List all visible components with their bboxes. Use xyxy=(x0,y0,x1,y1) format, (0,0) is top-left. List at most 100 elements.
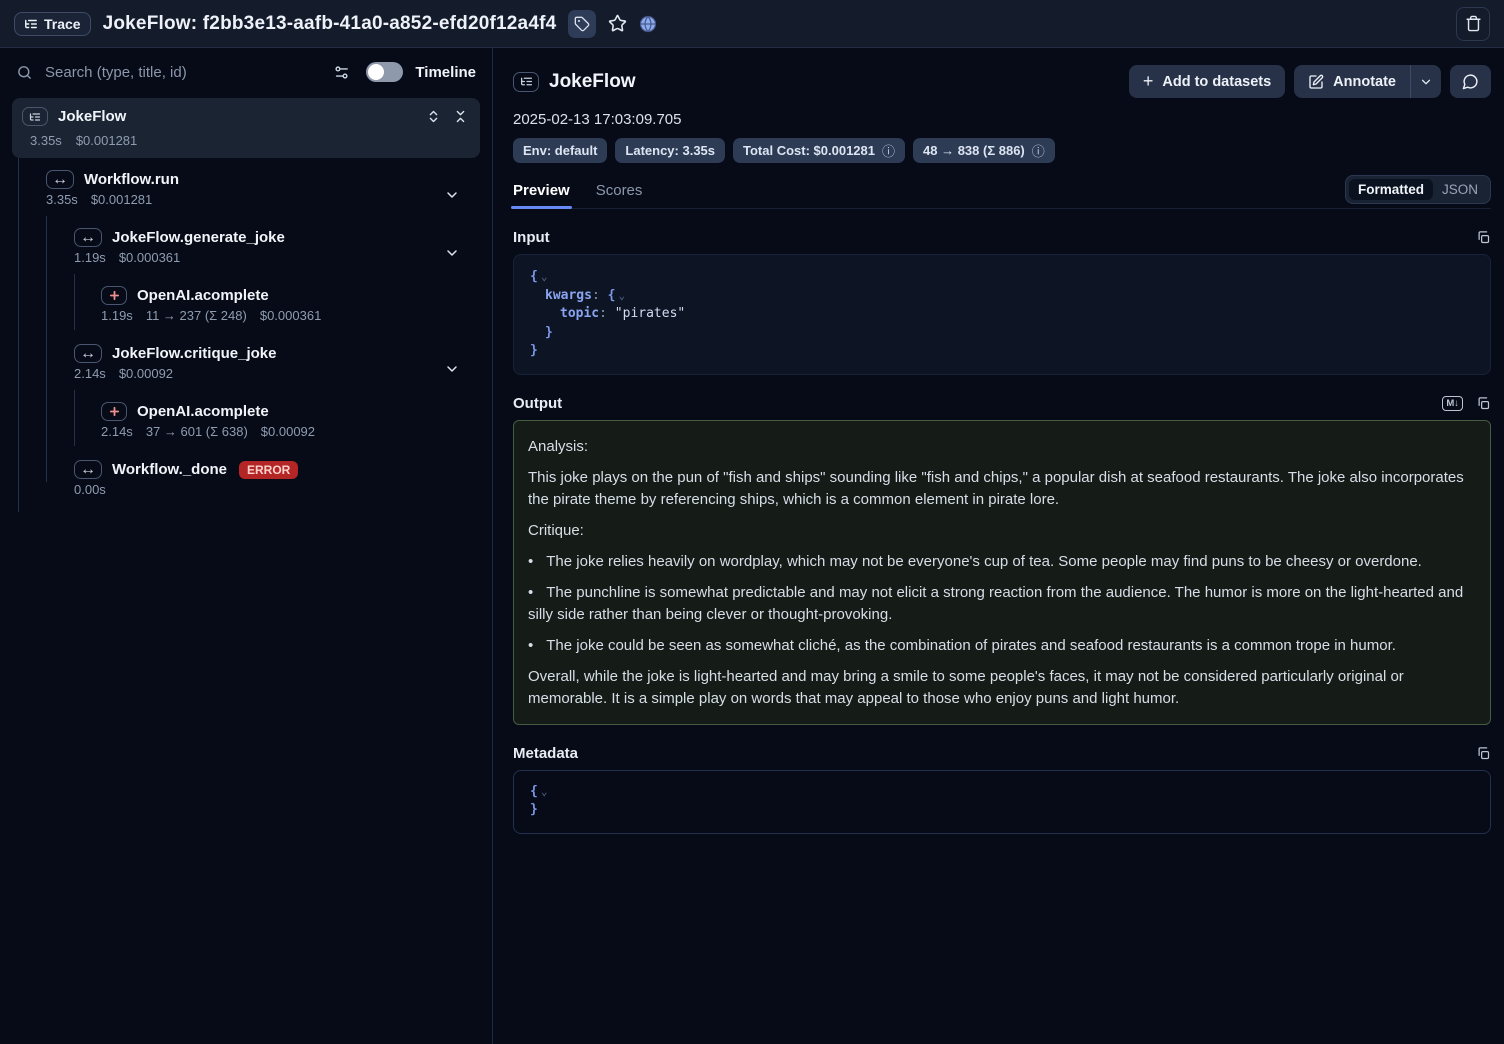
expand-all-icon[interactable] xyxy=(426,109,441,124)
trace-timestamp: 2025-02-13 17:03:09.705 xyxy=(513,111,1491,128)
copy-icon[interactable] xyxy=(1476,746,1491,761)
pen-square-icon xyxy=(1308,74,1324,90)
tab-preview[interactable]: Preview xyxy=(513,182,570,208)
output-markdown-viewer: Analysis: This joke plays on the pun of … xyxy=(513,420,1491,725)
total-cost-badge: Total Cost: $0.001281 ⓘ xyxy=(733,138,905,163)
output-analysis-body: This joke plays on the pun of "fish and … xyxy=(528,467,1476,511)
tree-item-generation[interactable]: OpenAI.acomplete 1.19s 11 → 237 (Σ 248) … xyxy=(0,282,492,340)
comment-bubble-icon xyxy=(1462,73,1479,90)
globe-icon xyxy=(639,15,657,33)
root-duration: 3.35s xyxy=(30,133,62,148)
search-icon xyxy=(16,64,33,81)
span-icon: ↔ xyxy=(74,228,102,247)
top-bar: Trace JokeFlow: f2bb3e13-aafb-41a0-a852-… xyxy=(0,0,1504,48)
span-icon: ↔ xyxy=(46,170,74,189)
trace-tree-sidebar: Timeline JokeFlow 3.35s $0. xyxy=(0,48,493,1044)
timeline-toggle-label: Timeline xyxy=(415,64,476,81)
annotate-button[interactable]: Annotate xyxy=(1294,65,1410,98)
tree-root-title: JokeFlow xyxy=(58,108,126,125)
chevron-down-icon[interactable] xyxy=(444,361,460,377)
trash-icon xyxy=(1465,15,1482,32)
star-button[interactable] xyxy=(608,14,627,33)
tree-item-generate-joke[interactable]: ↔ JokeFlow.generate_joke 1.19s $0.000361 xyxy=(0,224,492,282)
markdown-toggle-icon[interactable]: M↓ xyxy=(1442,396,1463,411)
tree-item-generation[interactable]: OpenAI.acomplete 2.14s 37 → 601 (Σ 638) … xyxy=(0,398,492,456)
star-icon xyxy=(608,14,627,33)
format-option-json[interactable]: JSON xyxy=(1433,179,1487,200)
span-icon: ↔ xyxy=(74,460,102,479)
chevron-down-icon[interactable] xyxy=(444,187,460,203)
output-section-label: Output xyxy=(513,395,562,412)
detail-tabs: Preview Scores Formatted JSON xyxy=(513,179,1491,209)
page-title: JokeFlow xyxy=(549,71,636,93)
info-icon[interactable]: ⓘ xyxy=(882,141,895,160)
tree-root-item[interactable]: JokeFlow 3.35s $0.001281 xyxy=(12,98,480,158)
env-badge: Env: default xyxy=(513,138,607,163)
generation-icon xyxy=(101,402,127,421)
root-cost: $0.001281 xyxy=(76,133,137,148)
output-closing: Overall, while the joke is light-hearted… xyxy=(528,666,1476,710)
node-duration: 1.19s xyxy=(101,308,133,323)
output-critique-heading: Critique: xyxy=(528,520,1476,542)
node-tokens: 11 → 237 (Σ 248) xyxy=(146,308,247,323)
output-bullet: •The joke relies heavily on wordplay, wh… xyxy=(528,551,1476,573)
tab-scores[interactable]: Scores xyxy=(596,182,643,208)
metadata-section-label: Metadata xyxy=(513,745,578,762)
token-usage-badge: 48 → 838 (Σ 886) ⓘ xyxy=(913,138,1055,163)
node-tokens: 37 → 601 (Σ 638) xyxy=(146,424,248,439)
plus-icon: + xyxy=(1143,71,1154,92)
span-icon: ↔ xyxy=(74,344,102,363)
metadata-json-viewer: {⌄ } xyxy=(513,770,1491,834)
tag-icon xyxy=(574,16,590,32)
node-duration: 2.14s xyxy=(101,424,133,439)
trace-badges: Env: default Latency: 3.35s Total Cost: … xyxy=(513,138,1491,163)
output-bullet: •The joke could be seen as somewhat clic… xyxy=(528,635,1476,657)
annotate-dropdown-button[interactable] xyxy=(1410,65,1441,98)
format-option-formatted[interactable]: Formatted xyxy=(1349,179,1433,200)
node-duration: 3.35s xyxy=(46,192,78,207)
collapse-caret-icon[interactable]: ⌄ xyxy=(541,785,548,798)
node-cost: $0.001281 xyxy=(91,192,152,207)
output-analysis-heading: Analysis: xyxy=(528,436,1476,458)
tree-item-workflow-run[interactable]: ↔ Workflow.run 3.35s $0.001281 xyxy=(0,166,492,224)
delete-trace-button[interactable] xyxy=(1456,7,1490,41)
trace-title: JokeFlow: f2bb3e13-aafb-41a0-a852-efd20f… xyxy=(103,13,557,35)
collapse-caret-icon[interactable]: ⌄ xyxy=(618,289,625,302)
list-tree-icon xyxy=(24,17,38,31)
input-section-label: Input xyxy=(513,229,550,246)
add-to-datasets-button[interactable]: + Add to datasets xyxy=(1129,65,1285,98)
format-toggle: Formatted JSON xyxy=(1345,175,1491,204)
collapse-caret-icon[interactable]: ⌄ xyxy=(541,270,548,283)
trace-badge-label: Trace xyxy=(44,16,81,32)
filter-settings-icon[interactable] xyxy=(333,64,350,81)
visibility-button[interactable] xyxy=(639,15,657,33)
trace-detail-panel: JokeFlow + Add to datasets Annotate xyxy=(493,48,1504,1044)
node-duration: 2.14s xyxy=(74,366,106,381)
latency-badge: Latency: 3.35s xyxy=(615,138,725,163)
trace-node-icon xyxy=(513,72,539,92)
annotate-split-button: Annotate xyxy=(1294,65,1441,98)
tree-item-workflow-done[interactable]: ↔ Workflow._done ERROR 0.00s xyxy=(0,456,492,514)
copy-icon[interactable] xyxy=(1476,396,1491,411)
node-cost: $0.000361 xyxy=(119,250,180,265)
node-cost: $0.00092 xyxy=(261,424,315,439)
node-duration: 1.19s xyxy=(74,250,106,265)
node-cost: $0.00092 xyxy=(119,366,173,381)
observation-tree: ↔ Workflow.run 3.35s $0.001281 ↔ JokeFlo… xyxy=(0,166,492,516)
copy-icon[interactable] xyxy=(1476,230,1491,245)
collapse-all-icon[interactable] xyxy=(453,109,468,124)
error-status-badge: ERROR xyxy=(239,461,298,479)
search-input[interactable] xyxy=(43,63,323,82)
output-bullet: •The punchline is somewhat predictable a… xyxy=(528,582,1476,626)
node-duration: 0.00s xyxy=(74,482,106,497)
info-icon[interactable]: ⓘ xyxy=(1032,141,1045,160)
comments-button[interactable] xyxy=(1450,65,1491,98)
node-cost: $0.000361 xyxy=(260,308,321,323)
tag-button[interactable] xyxy=(568,10,596,38)
timeline-toggle[interactable] xyxy=(366,62,403,82)
generation-icon xyxy=(101,286,127,305)
trace-node-icon xyxy=(22,107,48,126)
chevron-down-icon[interactable] xyxy=(444,245,460,261)
tree-item-critique-joke[interactable]: ↔ JokeFlow.critique_joke 2.14s $0.00092 xyxy=(0,340,492,398)
trace-type-badge: Trace xyxy=(14,12,91,36)
